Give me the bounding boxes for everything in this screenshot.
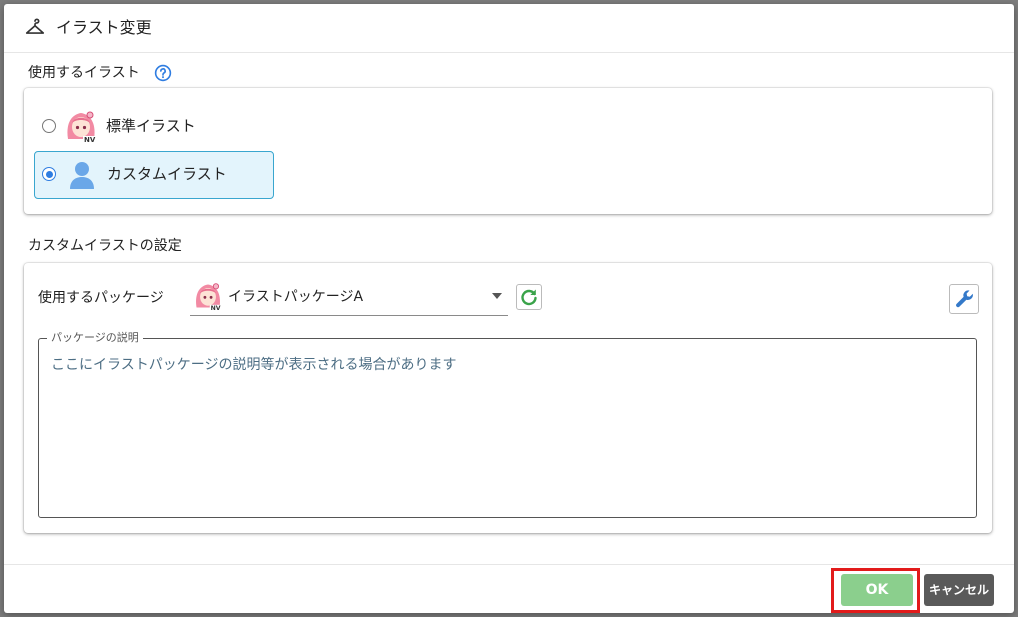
refresh-icon [521, 289, 537, 306]
package-label: 使用するパッケージ [38, 290, 164, 306]
package-select-value: イラストパッケージA [228, 289, 364, 305]
package-description-legend: パッケージの説明 [47, 331, 143, 345]
package-settings-button[interactable] [949, 284, 979, 314]
svg-text:NV: NV [84, 136, 96, 143]
package-description-text: ここにイラストパッケージの説明等が表示される場合があります [51, 357, 457, 373]
help-circle-icon[interactable] [154, 64, 172, 82]
cancel-button[interactable]: キャンセル [924, 574, 994, 606]
custom-settings-label: カスタムイラストの設定 [28, 238, 182, 254]
option-standard-label: 標準イラスト [106, 117, 196, 135]
package-thumbnail-icon: NV [193, 281, 223, 311]
illustration-choice-card: NV 標準イラスト カスタムイラスト [24, 88, 992, 214]
svg-text:NV: NV [211, 305, 221, 311]
dialog-titlebar: イラスト変更 [4, 4, 1014, 53]
ok-button[interactable]: OK [841, 574, 913, 606]
radio-standard[interactable] [42, 119, 56, 133]
option-standard-illustration[interactable]: NV 標準イラスト [34, 106, 274, 146]
package-select[interactable]: NV イラストパッケージA [190, 279, 508, 316]
character-thumbnail-icon: NV [64, 109, 98, 143]
dialog-footer: OK キャンセル [4, 564, 1014, 614]
illustration-change-dialog: イラスト変更 使用するイラスト NV 標準イラスト カスタムイラスト カスタムイ… [4, 4, 1014, 613]
option-custom-illustration[interactable]: カスタムイラスト [34, 151, 274, 199]
custom-settings-card: 使用するパッケージ NV イラストパッケージA パッケージの説明 ここにイラスト… [24, 263, 992, 533]
hanger-icon [25, 18, 45, 34]
person-icon [70, 162, 94, 189]
radio-custom[interactable] [42, 167, 56, 181]
dialog-title: イラスト変更 [56, 18, 152, 37]
illustration-section-label: 使用するイラスト [28, 65, 140, 81]
option-custom-label: カスタムイラスト [107, 165, 227, 183]
package-description-box: パッケージの説明 ここにイラストパッケージの説明等が表示される場合があります [38, 331, 977, 518]
chevron-down-icon [492, 293, 502, 299]
wrench-icon [956, 290, 973, 308]
refresh-button[interactable] [516, 284, 542, 310]
